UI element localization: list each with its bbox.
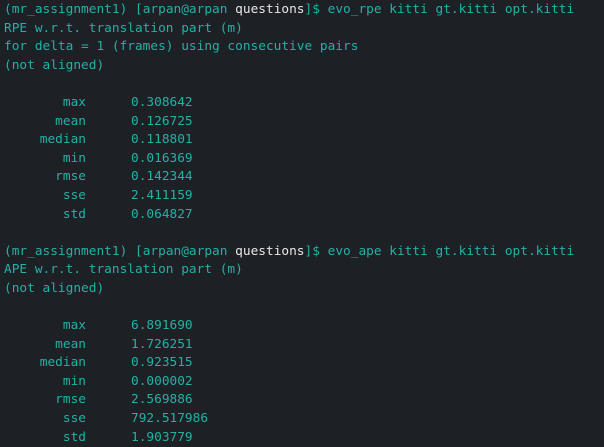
stat-name: sse bbox=[62, 411, 86, 427]
command-prompt-line: (mr_assignment1) [arpan@arpan questions]… bbox=[4, 1, 604, 20]
stat-value: 1.726251 bbox=[131, 336, 193, 352]
user-host: [arpan@arpan bbox=[135, 2, 228, 17]
stat-value: 1.903779 bbox=[131, 429, 193, 445]
stat-name: min bbox=[62, 150, 86, 166]
output-header-line: RPE w.r.t. translation part (m) bbox=[4, 20, 243, 36]
current-directory: questions bbox=[235, 2, 305, 17]
stat-row: mean 0.126725 bbox=[4, 113, 604, 132]
stat-name: max bbox=[62, 94, 86, 110]
stat-row: sse 2.411159 bbox=[4, 187, 604, 206]
stat-row: min 0.016369 bbox=[4, 150, 604, 169]
stat-row: max 6.891690 bbox=[4, 317, 604, 336]
stat-row: median 0.923515 bbox=[4, 354, 604, 373]
user-host: [arpan@arpan bbox=[135, 243, 228, 259]
stat-value: 0.016369 bbox=[131, 150, 193, 166]
stat-name: min bbox=[62, 373, 86, 389]
stat-value: 2.569886 bbox=[131, 392, 193, 408]
output-header-line: for delta = 1 (frames) using consecutive… bbox=[4, 39, 359, 55]
prompt-suffix: ]$ bbox=[304, 2, 320, 17]
command-text: evo_ape kitti gt.kitti opt.kitti bbox=[319, 243, 575, 259]
stat-name: mean bbox=[55, 113, 86, 129]
output-header-line: (not aligned) bbox=[4, 57, 105, 73]
prompt-suffix: ]$ bbox=[304, 243, 320, 259]
output-header-line: APE w.r.t. translation part (m) bbox=[4, 262, 243, 278]
stat-row: std 1.903779 bbox=[4, 429, 604, 447]
stat-value: 0.118801 bbox=[131, 132, 193, 148]
stat-name: max bbox=[62, 318, 86, 334]
output-header-line: (not aligned) bbox=[4, 280, 105, 296]
stat-row: mean 1.726251 bbox=[4, 336, 604, 355]
stat-value: 0.064827 bbox=[131, 206, 193, 222]
stat-name: rmse bbox=[55, 392, 86, 408]
stat-row: rmse 2.569886 bbox=[4, 391, 604, 410]
stat-row: max 0.308642 bbox=[4, 94, 604, 113]
stat-name: rmse bbox=[55, 169, 86, 185]
stat-value: 0.308642 bbox=[131, 94, 193, 110]
stat-name: std bbox=[62, 206, 86, 222]
stat-value: 0.923515 bbox=[131, 355, 193, 371]
stat-name: mean bbox=[55, 336, 86, 352]
stat-row: rmse 0.142344 bbox=[4, 168, 604, 187]
conda-env: (mr_assignment1) bbox=[4, 2, 128, 17]
command-prompt-line: (mr_assignment1) [arpan@arpan questions]… bbox=[4, 243, 604, 262]
stat-name: median bbox=[39, 355, 86, 371]
stat-row: median 0.118801 bbox=[4, 131, 604, 150]
stat-row: std 0.064827 bbox=[4, 206, 604, 225]
stat-value: 792.517986 bbox=[131, 411, 209, 427]
stat-row: sse 792.517986 bbox=[4, 410, 604, 429]
command-text: evo_rpe kitti gt.kitti opt.kitti bbox=[319, 2, 575, 17]
stat-name: sse bbox=[62, 187, 86, 203]
stat-value: 6.891690 bbox=[131, 318, 193, 334]
stat-value: 0.142344 bbox=[131, 169, 193, 185]
stat-value: 2.411159 bbox=[131, 187, 193, 203]
stat-name: std bbox=[62, 429, 86, 445]
current-directory: questions bbox=[235, 243, 305, 259]
stat-value: 0.126725 bbox=[131, 113, 193, 129]
stat-row: min 0.000002 bbox=[4, 373, 604, 392]
terminal-window[interactable]: (mr_assignment1) [arpan@arpan questions]… bbox=[0, 0, 604, 445]
stat-value: 0.000002 bbox=[131, 373, 193, 389]
conda-env: (mr_assignment1) bbox=[4, 243, 128, 259]
stat-name: median bbox=[39, 132, 86, 148]
